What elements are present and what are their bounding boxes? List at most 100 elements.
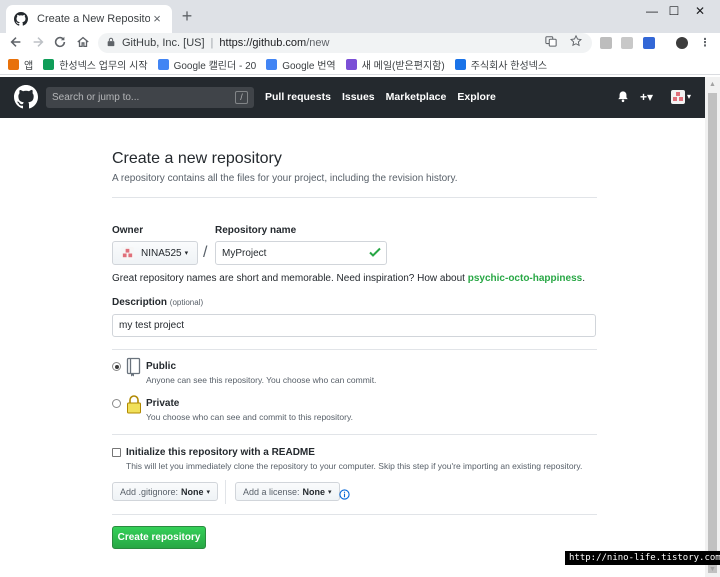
info-icon[interactable] [339,487,350,500]
readme-title: Initialize this repository with a README [126,447,315,458]
license-dropdown[interactable]: Add a license: None ▾ [235,482,340,501]
public-radio[interactable] [112,362,121,371]
private-radio[interactable] [112,399,121,408]
bookmark-label: Google 번역 [282,61,336,72]
nav-issues[interactable]: Issues [342,91,375,103]
bookmark-label: 새 메일(받은편지함) [361,61,445,72]
tab-title: Create a New Repository [37,13,150,25]
divider [112,349,597,350]
browser-tab-strip: Create a New Repository × + — ☐ ✕ [0,0,720,33]
mail-icon [345,59,357,70]
search-shortcut-key: / [235,91,248,104]
site-org-label: GitHub, Inc. [US] [122,37,205,49]
nav-marketplace[interactable]: Marketplace [386,91,447,103]
private-note: You choose who can see and commit to thi… [146,412,353,422]
description-input[interactable] [112,314,596,337]
bookmark-favicon-icon [454,59,466,70]
divider [112,514,597,515]
address-bar[interactable]: GitHub, Inc. [US] | https://github.com/n… [98,33,592,53]
github-search-box[interactable]: / [46,87,254,108]
page-subtitle: A repository contains all the files for … [112,173,458,184]
bookmark-item[interactable]: 한성넥스 업무의 시작 [43,57,148,72]
readme-checkbox[interactable] [112,448,121,457]
dropdown-separator [225,480,226,504]
user-avatar [671,90,685,104]
scroll-thumb[interactable] [708,93,717,573]
description-label-text: Description [112,297,168,308]
lock-icon [106,37,116,50]
user-menu-caret-icon: ▾ [687,92,692,101]
extension-icon[interactable] [643,37,655,49]
hint-text: Great repository names are short and mem… [112,273,468,284]
profile-avatar[interactable] [676,37,688,49]
owner-value: NINA525 [141,247,182,259]
owner-repo-separator: / [203,244,208,261]
page-title: Create a new repository [112,150,282,167]
close-tab-icon[interactable]: × [150,12,164,26]
gitignore-label: Add .gitignore: [120,486,179,497]
nav-pull-requests[interactable]: Pull requests [265,91,331,103]
repo-name-hint: Great repository names are short and mem… [112,273,585,284]
readme-note: This will let you immediately clone the … [126,461,583,471]
license-label: Add a license: [243,486,300,497]
optional-note: (optional) [169,298,204,307]
back-arrow-icon[interactable] [8,35,24,51]
reload-icon[interactable] [52,35,68,51]
name-suggestion-link[interactable]: psychic-octo-happiness [468,273,582,284]
search-input[interactable] [52,92,227,103]
apps-grid-icon [8,59,19,70]
browser-tab[interactable]: Create a New Repository × [6,5,172,33]
owner-caret-icon: ▾ [184,250,189,257]
browser-toolbar: GitHub, Inc. [US] | https://github.com/n… [0,33,720,53]
gitignore-dropdown[interactable]: Add .gitignore: None ▾ [112,482,219,501]
bookmarks-bar: 앱 한성넥스 업무의 시작 Google 캘린더 - 20 Google 번역 … [0,55,720,75]
url-host: https://github.com [219,37,307,49]
public-title: Public [146,361,177,372]
github-nav: Pull requests Issues Marketplace Explore [265,91,507,103]
bookmark-item[interactable]: 주식회사 한성넥스 [454,57,548,72]
extension-icon[interactable] [621,37,633,49]
chrome-menu-icon[interactable]: ⋮ [697,35,713,51]
translate-icon[interactable] [543,35,559,51]
repo-book-icon [126,357,142,377]
gitignore-value: None [181,486,204,497]
bookmark-item[interactable]: 새 메일(받은편지함) [345,57,445,72]
create-new-dropdown[interactable]: +▾ [640,90,653,104]
github-favicon-icon [14,12,28,26]
url-path: /new [306,37,330,49]
nav-explore[interactable]: Explore [457,91,496,103]
description-label: Description (optional) [112,297,203,308]
bookmark-favicon-icon [43,59,55,70]
license-value: None [302,486,326,497]
new-tab-button[interactable]: + [179,7,195,25]
bookmark-item[interactable]: Google 캘린더 - 20 [157,57,256,72]
lock-icon [126,394,142,414]
page-scrollbar[interactable]: ▲ ▼ [705,77,720,577]
forward-arrow-icon[interactable] [30,35,46,51]
bookmark-label: 주식회사 한성넥스 [470,61,548,72]
translate-icon [266,59,278,70]
divider [112,434,597,435]
github-header: / Pull requests Issues Marketplace Explo… [0,77,705,118]
address-separator: | [210,37,214,49]
home-icon[interactable] [75,35,91,51]
bookmark-item[interactable]: 앱 [8,57,33,72]
bookmark-star-icon[interactable] [568,34,584,51]
license-caret-icon: ▾ [328,488,332,496]
owner-select[interactable]: NINA525 ▾ [112,241,198,265]
check-icon [368,245,382,259]
user-menu[interactable]: ▾ [671,90,691,104]
close-window-button[interactable]: ✕ [680,0,720,22]
bookmark-label: 한성넥스 업무의 시작 [59,61,148,72]
github-logo-icon[interactable] [14,85,38,109]
bookmark-item[interactable]: Google 번역 [266,57,336,72]
extension-icon[interactable] [600,37,612,49]
notification-bell-icon[interactable] [617,90,629,104]
calendar-icon [157,59,169,70]
create-repository-button[interactable]: Create repository [112,526,206,549]
bookmark-label: 앱 [24,61,34,72]
scroll-down-icon[interactable]: ▼ [708,565,717,574]
public-note: Anyone can see this repository. You choo… [146,375,377,385]
scroll-up-icon[interactable]: ▲ [708,80,717,89]
repo-name-input[interactable] [215,241,387,265]
